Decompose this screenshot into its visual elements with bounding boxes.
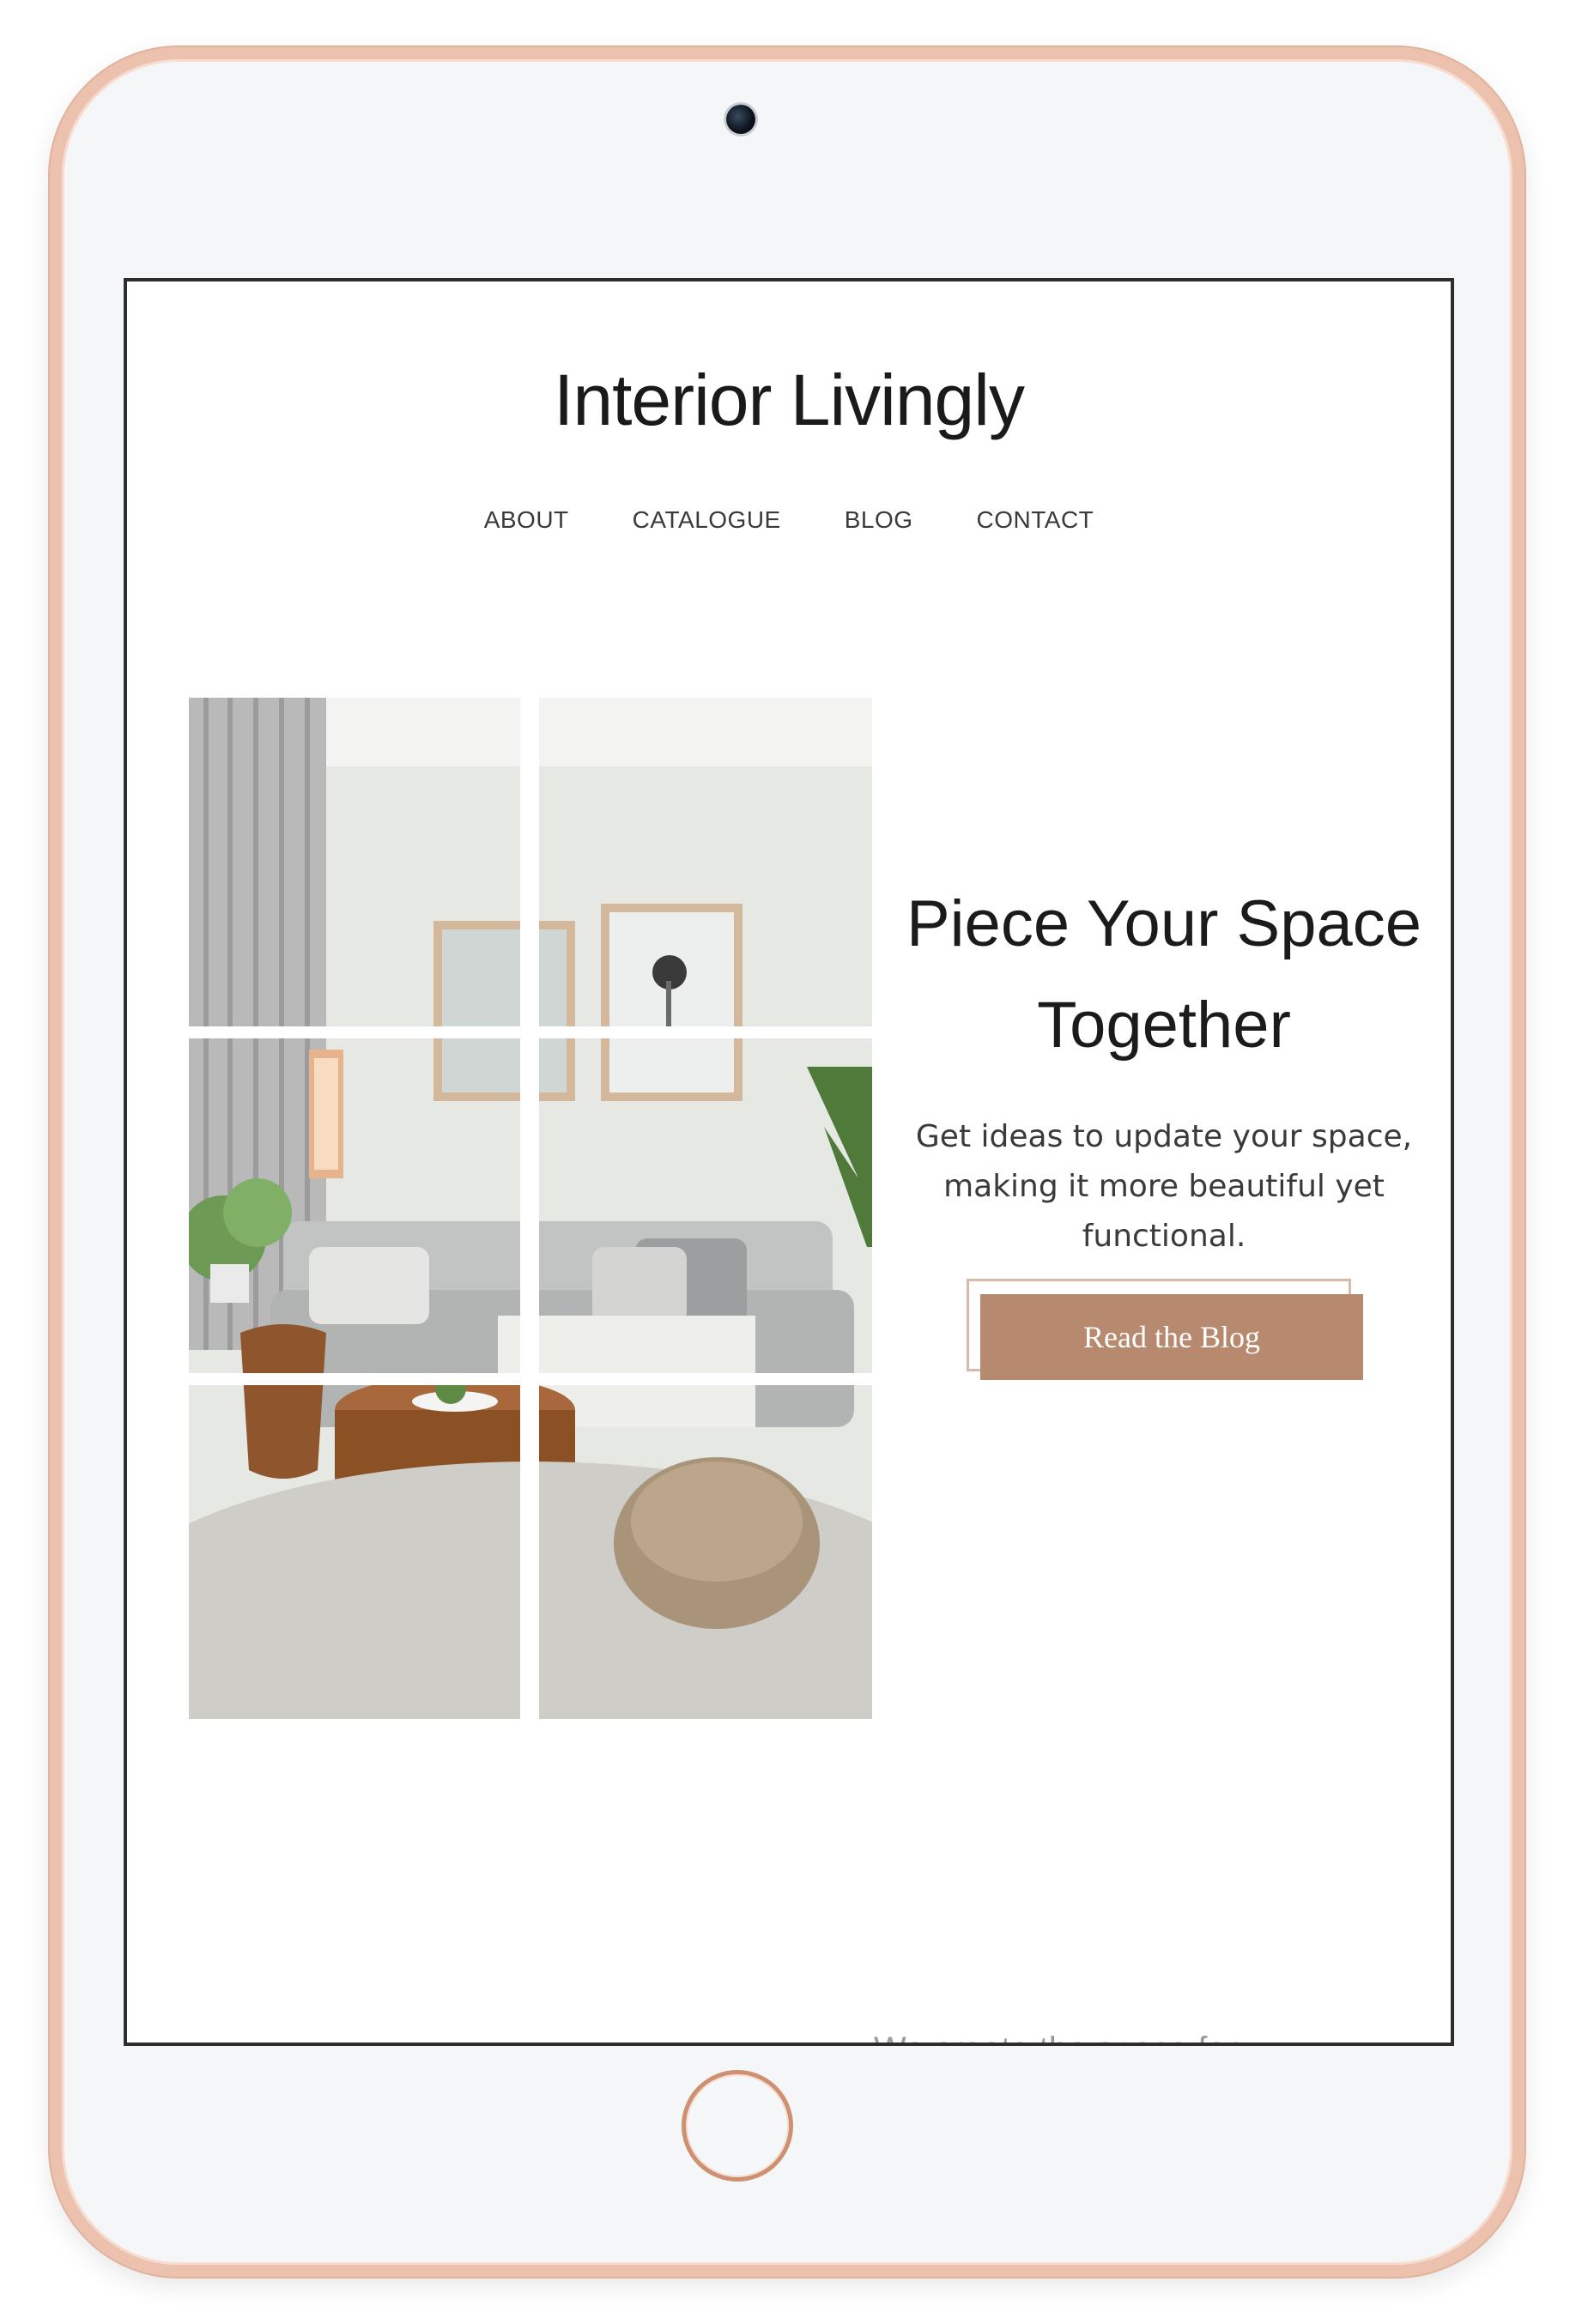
hero-headline-line1: Piece Your Space bbox=[906, 887, 1422, 960]
nav-item-contact[interactable]: CONTACT bbox=[977, 506, 1094, 534]
home-button[interactable] bbox=[682, 2070, 793, 2182]
nav-item-catalogue[interactable]: CATALOGUE bbox=[633, 506, 781, 534]
main-navigation: ABOUT CATALOGUE BLOG CONTACT bbox=[127, 506, 1451, 534]
front-camera-icon bbox=[726, 105, 755, 134]
hero-headline-line2: Together bbox=[1037, 989, 1291, 1062]
cta-container: Read the Blog bbox=[967, 1279, 1363, 1380]
hero-subtext: Get ideas to update your space, making i… bbox=[915, 1119, 1413, 1254]
site-logo[interactable]: Interior Livingly bbox=[127, 359, 1451, 442]
living-room-photo-icon bbox=[189, 698, 872, 1719]
page-canvas: Interior Livingly ABOUT CATALOGUE BLOG C… bbox=[0, 0, 1576, 2324]
next-section-tagline: We create the space for bbox=[874, 2030, 1238, 2043]
nav-item-blog[interactable]: BLOG bbox=[845, 506, 913, 534]
tablet-screen: Interior Livingly ABOUT CATALOGUE BLOG C… bbox=[124, 278, 1454, 2046]
read-the-blog-button[interactable]: Read the Blog bbox=[980, 1294, 1363, 1380]
hero-text-block: Piece Your Space Together Get ideas to u… bbox=[872, 874, 1451, 1262]
next-section-peek: We create the space for bbox=[127, 2030, 1451, 2043]
hero-image-living-room bbox=[189, 698, 872, 1719]
nav-item-about[interactable]: ABOUT bbox=[484, 506, 569, 534]
hero-headline: Piece Your Space Together bbox=[872, 874, 1451, 1076]
